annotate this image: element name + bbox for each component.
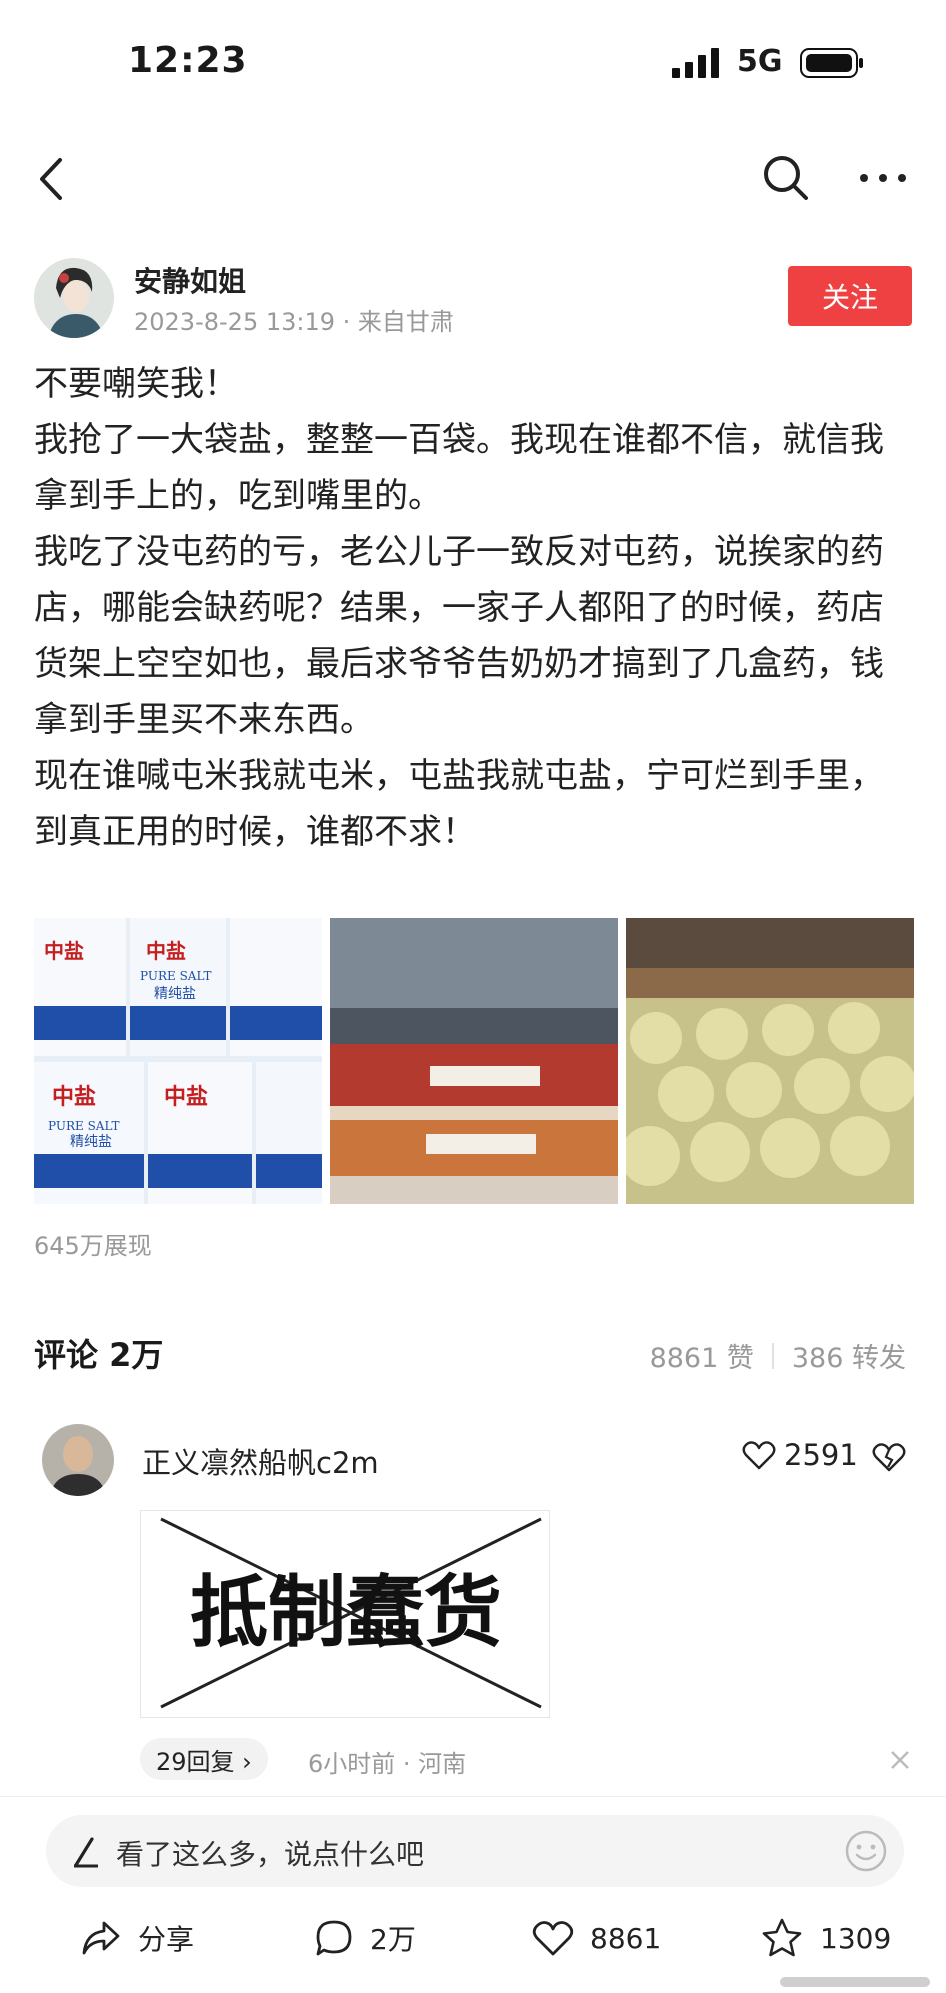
- salt-en-text: PURE SALT: [140, 969, 211, 983]
- svg-text:PURE SALT: PURE SALT: [48, 1119, 119, 1133]
- commenter-avatar-image: [42, 1424, 114, 1496]
- share-label: 分享: [138, 1923, 195, 1956]
- favorite-count: 1309: [820, 1921, 892, 1955]
- comment-image-text: 抵制蠢货: [190, 1568, 502, 1658]
- comment-like-count: 2591: [784, 1438, 858, 1472]
- comment-input[interactable]: 看了这么多，说点什么吧: [46, 1815, 904, 1887]
- broken-heart-icon[interactable]: [872, 1440, 906, 1474]
- view-count: 645万展现: [34, 1232, 152, 1260]
- status-bar: 12:23 5G: [0, 0, 946, 130]
- salt-brand-text: 中盐: [44, 939, 84, 963]
- post-paragraph: 我吃了没屯药的亏，老公儿子一致反对屯药，说挨家的药店，哪能会缺药呢？结果，一家子…: [34, 532, 884, 740]
- comments-title: 评论 2万: [34, 1336, 164, 1374]
- shares-stat[interactable]: 386 转发: [792, 1336, 906, 1375]
- back-icon[interactable]: [32, 154, 72, 204]
- comment-button[interactable]: 2万: [314, 1903, 416, 1973]
- bottom-bar: 看了这么多，说点什么吧 分享 2万 8861 1309: [0, 1796, 946, 1993]
- network-label: 5G: [737, 44, 783, 79]
- comment-icon: [316, 1920, 352, 1956]
- comment-time-location: 6小时前 · 河南: [308, 1750, 467, 1778]
- signal-icon: [672, 48, 719, 78]
- post-image-rice-boxes[interactable]: [330, 918, 618, 1204]
- commenter-name[interactable]: 正义凛然船帆c2m: [142, 1440, 379, 1482]
- comment-like[interactable]: 2591: [742, 1438, 858, 1472]
- post-meta: 2023-8-25 13:19 · 来自甘肃: [134, 308, 454, 336]
- pen-icon: [74, 1837, 98, 1868]
- commenter-avatar[interactable]: [42, 1424, 114, 1496]
- reply-button[interactable]: 29回复 ›: [140, 1738, 268, 1780]
- star-icon: [762, 1918, 802, 1957]
- action-bar: 分享 2万 8861 1309: [0, 1903, 946, 1973]
- search-icon[interactable]: [760, 152, 812, 204]
- post-paragraph: 现在谁喊屯米我就屯米，屯盐我就屯盐，宁可烂到手里，到真正用的时候，谁都不求！: [34, 756, 884, 852]
- author-row: 安静如姐 2023-8-25 13:19 · 来自甘肃 关注: [34, 256, 914, 340]
- nav-bar: [0, 140, 946, 220]
- comment-count: 2万: [370, 1923, 416, 1956]
- comment-input-placeholder: 看了这么多，说点什么吧: [116, 1838, 425, 1871]
- post-content: 不要嘲笑我！ 我抢了一大袋盐，整整一百袋。我现在谁都不信，就信我拿到手上的，吃到…: [34, 356, 914, 860]
- svg-text:精纯盐: 精纯盐: [70, 1134, 112, 1150]
- home-indicator: [780, 1977, 930, 1987]
- post-paragraph: 不要嘲笑我！: [34, 364, 238, 404]
- post-stats: 8861 赞 386 转发: [650, 1336, 906, 1375]
- post-paragraph: 我抢了一大袋盐，整整一百袋。我现在谁都不信，就信我拿到手上的，吃到嘴里的。: [34, 420, 884, 516]
- share-button[interactable]: 分享: [80, 1903, 194, 1973]
- svg-text:中盐: 中盐: [52, 1085, 96, 1110]
- emoji-icon[interactable]: [844, 1829, 888, 1873]
- heart-icon: [532, 1921, 574, 1956]
- comment-image[interactable]: 抵制蠢货: [140, 1510, 550, 1718]
- post-image-egg-tray[interactable]: [626, 918, 914, 1204]
- post-image-salt[interactable]: 中盐 中盐 中盐 中盐 PURE SALT PURE SALT 精纯盐 精纯盐: [34, 918, 322, 1204]
- salt-cn-text: 精纯盐: [154, 986, 196, 1002]
- comment-footer: 29回复 › 6小时前 · 河南: [140, 1738, 914, 1782]
- post-images: 中盐 中盐 中盐 中盐 PURE SALT PURE SALT 精纯盐 精纯盐: [34, 918, 914, 1204]
- stat-divider: [771, 1342, 774, 1369]
- comment-item: 正义凛然船帆c2m 2591 抵制蠢货 29回复 › 6小时前 · 河南: [34, 1420, 914, 1800]
- close-icon[interactable]: [886, 1746, 914, 1774]
- like-count: 8861: [590, 1921, 662, 1955]
- like-button[interactable]: 8861: [532, 1903, 661, 1973]
- favorite-button[interactable]: 1309: [760, 1903, 891, 1973]
- svg-text:中盐: 中盐: [146, 939, 186, 963]
- share-icon: [82, 1921, 120, 1955]
- comments-header: 评论 2万 8861 赞 386 转发: [34, 1330, 906, 1380]
- author-avatar-image: [34, 258, 114, 338]
- svg-text:中盐: 中盐: [164, 1085, 208, 1110]
- author-name[interactable]: 安静如姐: [134, 260, 246, 300]
- follow-button[interactable]: 关注: [788, 266, 912, 326]
- status-time: 12:23: [128, 40, 248, 81]
- likes-stat[interactable]: 8861 赞: [650, 1336, 754, 1375]
- heart-icon: [742, 1441, 776, 1470]
- author-avatar[interactable]: [34, 258, 114, 338]
- more-icon[interactable]: [858, 168, 908, 188]
- battery-icon: [800, 48, 863, 78]
